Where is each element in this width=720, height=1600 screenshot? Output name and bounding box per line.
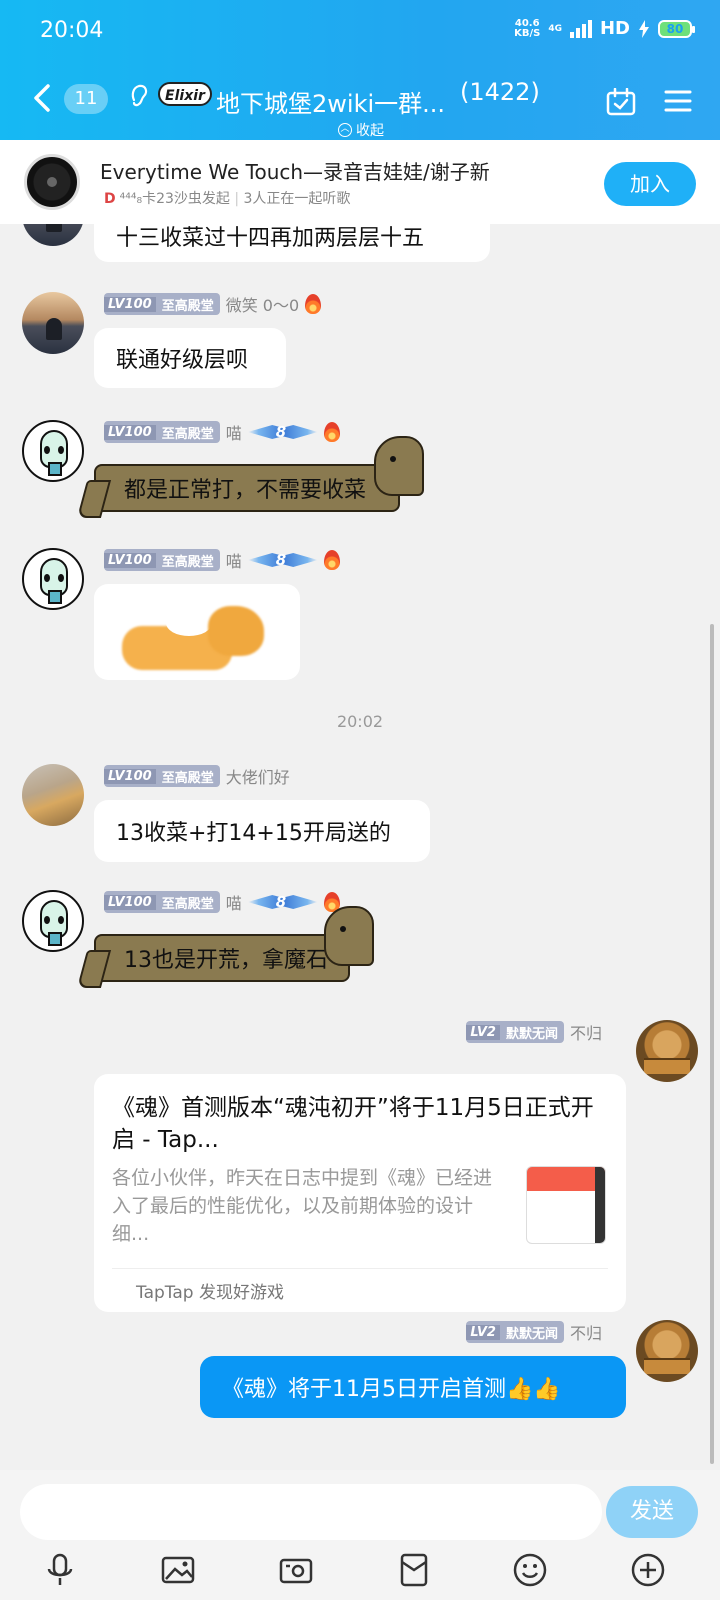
red-packet-icon[interactable] [396,1552,432,1588]
album-disc-icon[interactable] [24,154,80,210]
chevron-up-icon: ︿ [338,123,352,137]
play-icon [113,1281,129,1297]
battery-indicator: 80 [658,19,695,38]
avatar[interactable] [22,224,84,246]
avatar[interactable] [636,1020,698,1082]
listener-count: 3人正在一起听歌 [243,191,351,207]
sender-name: 喵 [225,424,242,443]
sender-meta: LV100 至高殿堂 大佬们好 [104,764,290,788]
camera-icon[interactable] [278,1552,314,1588]
avatar[interactable] [636,1320,698,1382]
status-bar-right: 40.6 KB/S 4G HD 80 [514,17,695,39]
listen-together-bar[interactable]: Everytime We Touch—录音吉娃娃/谢子新 D ⁴⁴⁴₈卡23沙虫发… [0,140,720,224]
sender-meta: LV100 至高殿堂 喵 8 [104,548,340,572]
menu-icon[interactable] [664,88,692,114]
sender-meta: LV2 默默无闻 不归 [466,1020,602,1044]
card-thumbnail [526,1166,606,1244]
emoji-icon[interactable] [512,1552,548,1588]
horse-head-icon [374,436,424,496]
avatar[interactable] [22,292,84,354]
ear-icon[interactable] [128,82,150,108]
sender-meta: LV2 默默无闻 不归 [466,1320,602,1344]
scrollbar[interactable] [710,624,714,1464]
wing-badge-icon: 8 [248,891,318,913]
unread-count-badge[interactable]: 11 [64,84,108,114]
mic-icon[interactable] [42,1552,78,1588]
level-tag: LV2 默默无闻 [466,1021,564,1043]
signal-icon [569,19,592,38]
header: 20:04 40.6 KB/S 4G HD 80 11 Elixir 地下城堡2w… [0,0,720,140]
message-bubble[interactable]: 《魂》将于11月5日开启首测👍👍 [200,1356,626,1418]
host-mark: D [104,191,116,207]
sender-meta: LV100 至高殿堂 微笑 0～0 [104,292,322,316]
avatar[interactable] [22,764,84,826]
sender-name: 喵 [225,552,242,571]
sender-name: 喵 [225,894,242,913]
image-icon[interactable] [160,1552,196,1588]
avatar[interactable] [22,890,84,952]
sender-name: 不归 [569,1024,602,1043]
card-source: TapTap 发现好游戏 [136,1283,284,1303]
group-badge: Elixir [158,82,212,106]
song-title: Everytime We Touch—录音吉娃娃/谢子新 [100,160,490,184]
card-divider [112,1268,608,1269]
level-tag: LV100 至高殿堂 [104,765,220,787]
member-count: (1422) [460,78,540,106]
avatar[interactable] [22,420,84,482]
level-tag: LV2 默默无闻 [466,1321,564,1343]
calendar-check-icon[interactable] [606,88,636,116]
card-title: 《魂》首测版本“魂沌初开”将于11月5日正式开启 - Tap... [112,1095,594,1153]
message-text: 都是正常打，不需要收菜 [124,478,367,503]
level-tag: LV100 至高殿堂 [104,293,220,315]
sender-meta: LV100 至高殿堂 喵 8 [104,890,340,914]
sender-meta: LV100 至高殿堂 喵 8 [104,420,340,444]
flame-icon [323,422,340,442]
card-description: 各位小伙伴，昨天在日志中提到《魂》已经进入了最后的性能优化，以及前期体验的设计细… [112,1167,493,1245]
send-button[interactable]: 发送 [606,1486,698,1538]
wing-badge-icon: 8 [248,549,318,571]
plus-icon[interactable] [630,1552,666,1588]
status-time: 20:04 [40,18,104,43]
message-bubble[interactable]: 13收菜+打14+15开局送的 [94,800,430,862]
horse-bubble[interactable]: 13也是开荒，拿魔石 [94,906,374,982]
join-button[interactable]: 加入 [604,162,696,206]
hd-indicator: HD [599,18,630,39]
song-host-line: D ⁴⁴⁴₈卡23沙虫发起 | 3人正在一起听歌 [104,191,351,207]
group-title[interactable]: 地下城堡2wiki一群... [216,84,445,119]
message-text: 13也是开荒，拿魔石 [124,948,328,973]
input-bar: 发送 [0,1470,720,1600]
network-speed: 40.6 KB/S [514,17,541,39]
chat-list[interactable]: 十三收菜过十四再加两层层十五 LV100 至高殿堂 微笑 0～0 联通好级层呗 L… [0,224,720,1470]
charging-icon [639,19,649,38]
link-card[interactable]: 《魂》首测版本“魂沌初开”将于11月5日正式开启 - Tap... 各位小伙伴，… [94,1074,626,1312]
back-icon[interactable] [30,84,54,112]
network-type: 4G [548,23,562,34]
corgi-sticker [112,604,264,674]
sticker-message[interactable] [94,584,300,680]
flame-icon [305,294,322,314]
level-tag: LV100 至高殿堂 [104,891,220,913]
avatar[interactable] [22,548,84,610]
horse-head-icon [324,906,374,966]
message-bubble[interactable]: 联通好级层呗 [94,328,286,388]
flame-icon [323,550,340,570]
song-host: ⁴⁴⁴₈卡23沙虫发起 [119,191,230,207]
wing-badge-icon: 8 [248,421,318,443]
collapse-toggle[interactable]: ︿ 收起 [338,120,384,140]
level-tag: LV100 至高殿堂 [104,421,220,443]
message-bubble[interactable]: 十三收菜过十四再加两层层十五 [94,224,490,262]
sender-name: 微笑 0～0 [225,296,300,315]
sender-name: 大佬们好 [225,768,290,787]
sender-name: 不归 [569,1324,602,1343]
time-separator: 20:02 [336,712,384,731]
level-tag: LV100 至高殿堂 [104,549,220,571]
message-input[interactable] [20,1484,602,1540]
horse-bubble[interactable]: 都是正常打，不需要收菜 [94,436,424,512]
